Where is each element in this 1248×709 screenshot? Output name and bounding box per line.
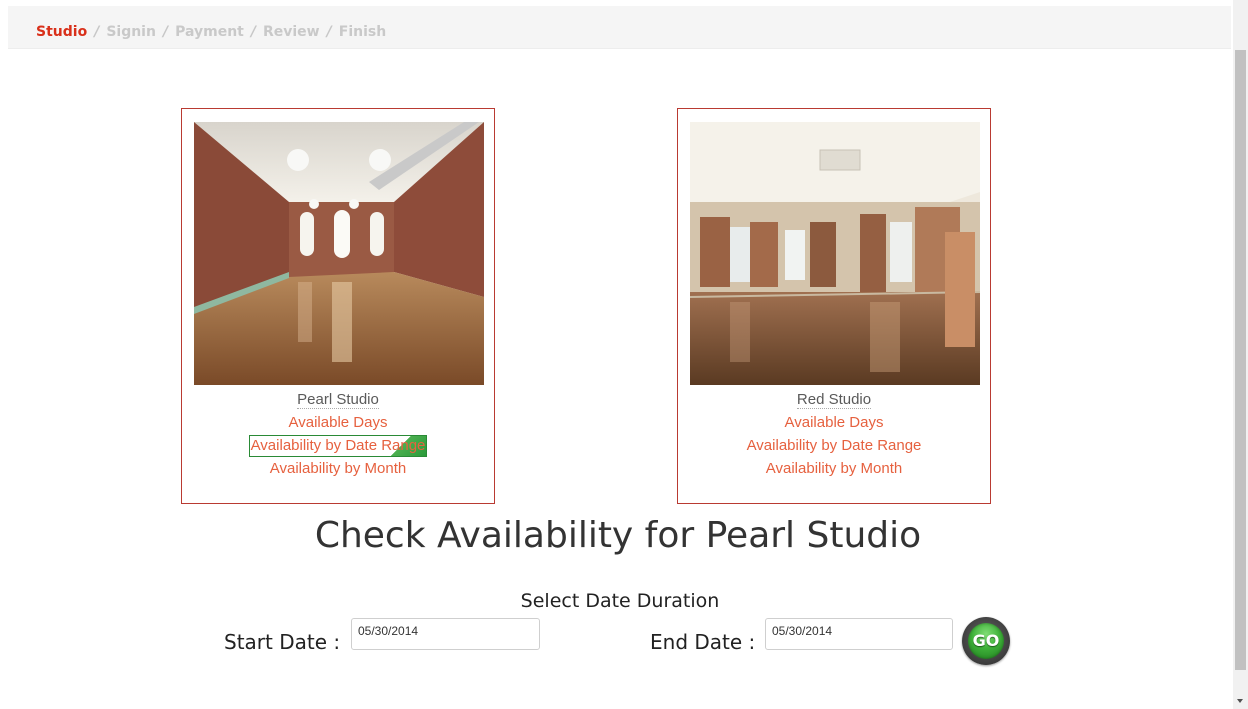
studio-card-red: Red Studio Available Days Availability b… (677, 108, 991, 504)
end-date-label: End Date : (650, 630, 756, 654)
availability-by-date-range-link[interactable]: Availability by Date Range (182, 434, 494, 457)
start-date-input[interactable]: 05/30/2014 (351, 618, 540, 650)
pearl-studio-photo[interactable] (194, 122, 484, 385)
red-studio-photo[interactable] (690, 122, 980, 385)
go-button[interactable]: GO (962, 617, 1010, 665)
breadcrumb-studio[interactable]: Studio (36, 24, 87, 40)
breadcrumb-payment[interactable]: Payment (175, 24, 244, 40)
scroll-down-arrow-icon[interactable] (1237, 699, 1243, 703)
breadcrumb-separator: / (250, 24, 256, 40)
studio-info: Pearl Studio Available Days Availability… (182, 388, 494, 480)
availability-by-month-link[interactable]: Availability by Month (678, 457, 990, 480)
availability-heading: Check Availability for Pearl Studio (314, 515, 922, 556)
breadcrumb-separator: / (326, 24, 332, 40)
availability-by-date-range-link[interactable]: Availability by Date Range (678, 434, 990, 457)
studio-info: Red Studio Available Days Availability b… (678, 388, 990, 480)
scrollbar-thumb[interactable] (1235, 50, 1246, 670)
studio-name: Pearl Studio (297, 391, 379, 409)
breadcrumb-bar: Studio / Signin / Payment / Review / Finish (8, 6, 1231, 49)
availability-by-month-link[interactable]: Availability by Month (182, 457, 494, 480)
select-date-duration-label: Select Date Duration (520, 590, 720, 612)
breadcrumb-review[interactable]: Review (263, 24, 320, 40)
breadcrumb-separator: / (162, 24, 169, 40)
available-days-link[interactable]: Available Days (182, 411, 494, 434)
go-button-label: GO (968, 623, 1004, 659)
studio-card-pearl: Pearl Studio Available Days Availability… (181, 108, 495, 504)
start-date-label: Start Date : (224, 630, 341, 654)
vertical-scrollbar[interactable] (1233, 0, 1248, 709)
studio-name: Red Studio (796, 391, 872, 409)
breadcrumb-separator: / (94, 24, 100, 40)
available-days-link[interactable]: Available Days (678, 411, 990, 434)
breadcrumb-finish[interactable]: Finish (339, 24, 386, 40)
breadcrumb: Studio / Signin / Payment / Review / Finish (36, 24, 386, 40)
end-date-input[interactable]: 05/30/2014 (765, 618, 953, 650)
breadcrumb-signin[interactable]: Signin (106, 24, 156, 40)
